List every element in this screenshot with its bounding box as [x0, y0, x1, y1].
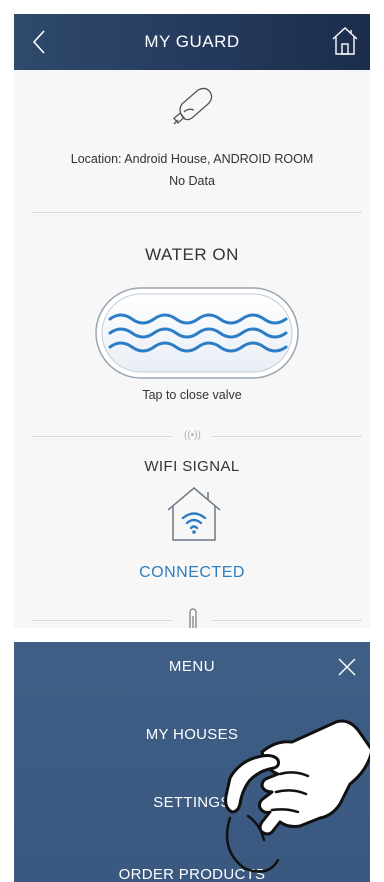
thermometer-icon — [189, 608, 197, 628]
menu-item-order-products[interactable]: ORDER PRODUCTS — [14, 866, 370, 882]
valve-hint-text: Tap to close valve — [142, 388, 242, 402]
location-text: Location: Android House, ANDROID ROOM — [70, 152, 314, 166]
home-icon[interactable] — [330, 24, 360, 58]
divider — [32, 212, 362, 213]
water-guard-device-icon — [173, 87, 213, 125]
water-status-title: WATER ON — [145, 245, 239, 264]
close-icon[interactable] — [336, 656, 358, 678]
top-edge — [0, 0, 384, 14]
data-status-text: No Data — [169, 174, 215, 188]
divider — [32, 620, 172, 621]
guard-status-panel: Location: Android House, ANDROID ROOM No… — [14, 70, 370, 628]
chevron-left-icon[interactable] — [30, 28, 50, 56]
menu-title: MENU — [168, 658, 216, 675]
divider — [212, 620, 362, 621]
page-title: MY GUARD — [144, 32, 240, 51]
divider — [212, 436, 362, 437]
menu-item-settings[interactable]: SETTINGS — [14, 794, 370, 811]
wifi-status-text: CONNECTED — [139, 564, 245, 581]
wifi-signal-title: WIFI SIGNAL — [144, 458, 240, 475]
divider — [32, 436, 172, 437]
menu-item-my-houses[interactable]: MY HOUSES — [14, 726, 370, 743]
panel-gap — [0, 628, 384, 642]
menu-panel: MENU MY HOUSES SETTINGS ORDER PRODUCTS — [14, 642, 370, 882]
wifi-signal-small-icon: ((•)) — [184, 430, 201, 441]
valve-toggle-button[interactable] — [94, 286, 300, 380]
house-wifi-icon — [167, 487, 221, 541]
app-header: MY GUARD — [14, 14, 370, 70]
